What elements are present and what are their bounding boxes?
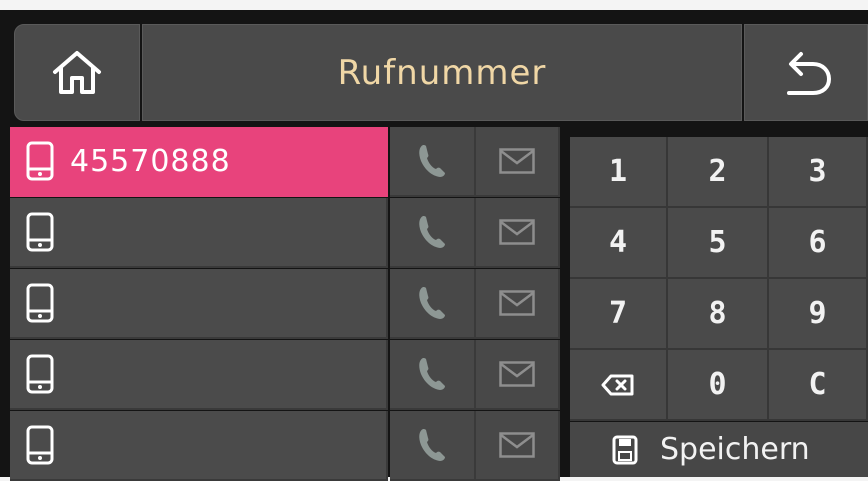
digit-key-2[interactable]: 2 bbox=[668, 137, 769, 208]
number-entry-row: 45570888 bbox=[10, 127, 560, 197]
number-entry-row bbox=[10, 340, 560, 410]
mobile-phone-icon bbox=[26, 283, 54, 323]
mobile-phone-icon bbox=[26, 212, 54, 252]
envelope-icon bbox=[499, 361, 535, 387]
number-entry[interactable] bbox=[10, 411, 388, 481]
page-title: Rufnummer bbox=[337, 52, 547, 93]
back-button[interactable] bbox=[744, 24, 868, 121]
digit-key-5[interactable]: 5 bbox=[668, 208, 769, 279]
digit-key-8[interactable]: 8 bbox=[668, 279, 769, 350]
number-entry-row bbox=[10, 411, 560, 481]
mobile-phone-icon bbox=[26, 354, 54, 394]
number-list: 45570888 bbox=[10, 127, 560, 481]
home-icon bbox=[53, 50, 101, 94]
message-button[interactable] bbox=[476, 411, 560, 481]
number-entry[interactable] bbox=[10, 340, 388, 410]
call-button[interactable] bbox=[390, 340, 476, 410]
back-arrow-icon bbox=[787, 51, 832, 95]
digit-key-0[interactable]: 0 bbox=[668, 350, 769, 421]
digit-key-3[interactable]: 3 bbox=[769, 137, 868, 208]
envelope-icon bbox=[499, 219, 535, 245]
mobile-phone-icon bbox=[26, 425, 54, 465]
phone-call-icon bbox=[419, 358, 445, 390]
call-button[interactable] bbox=[390, 127, 476, 197]
phone-call-icon bbox=[419, 145, 445, 177]
title-bar: Rufnummer bbox=[142, 24, 742, 121]
number-entry[interactable] bbox=[10, 269, 388, 339]
envelope-icon bbox=[499, 432, 535, 458]
call-button[interactable] bbox=[390, 411, 476, 481]
digit-key-4[interactable]: 4 bbox=[570, 208, 668, 279]
envelope-icon bbox=[499, 148, 535, 174]
number-entry[interactable]: 45570888 bbox=[10, 127, 388, 197]
save-button[interactable]: Speichern bbox=[570, 422, 868, 477]
backspace-icon bbox=[601, 374, 634, 395]
message-button[interactable] bbox=[476, 198, 560, 268]
number-entry-row bbox=[10, 269, 560, 339]
digit-key-7[interactable]: 7 bbox=[570, 279, 668, 350]
mobile-phone-icon bbox=[26, 141, 54, 181]
call-button[interactable] bbox=[390, 198, 476, 268]
digit-key-6[interactable]: 6 bbox=[769, 208, 868, 279]
phone-number-value: 45570888 bbox=[70, 143, 231, 179]
phone-call-icon bbox=[419, 429, 445, 461]
message-button[interactable] bbox=[476, 127, 560, 197]
phone-call-icon bbox=[419, 216, 445, 248]
envelope-icon bbox=[499, 290, 535, 316]
phone-number-screen: Rufnummer 45570888 Speichern 123 456 7890C bbox=[0, 10, 868, 481]
digit-key-9[interactable]: 9 bbox=[769, 279, 868, 350]
clear-key[interactable]: C bbox=[769, 350, 868, 421]
call-button[interactable] bbox=[390, 269, 476, 339]
digit-key-1[interactable]: 1 bbox=[570, 137, 668, 208]
message-button[interactable] bbox=[476, 340, 560, 410]
message-button[interactable] bbox=[476, 269, 560, 339]
phone-call-icon bbox=[419, 287, 445, 319]
save-label: Speichern bbox=[660, 432, 810, 467]
home-button[interactable] bbox=[14, 24, 140, 121]
number-entry[interactable] bbox=[10, 198, 388, 268]
floppy-disk-icon bbox=[612, 435, 638, 464]
keypad: Speichern 123 456 7890C bbox=[570, 137, 868, 477]
backspace-key[interactable] bbox=[570, 350, 668, 421]
number-entry-row bbox=[10, 198, 560, 268]
